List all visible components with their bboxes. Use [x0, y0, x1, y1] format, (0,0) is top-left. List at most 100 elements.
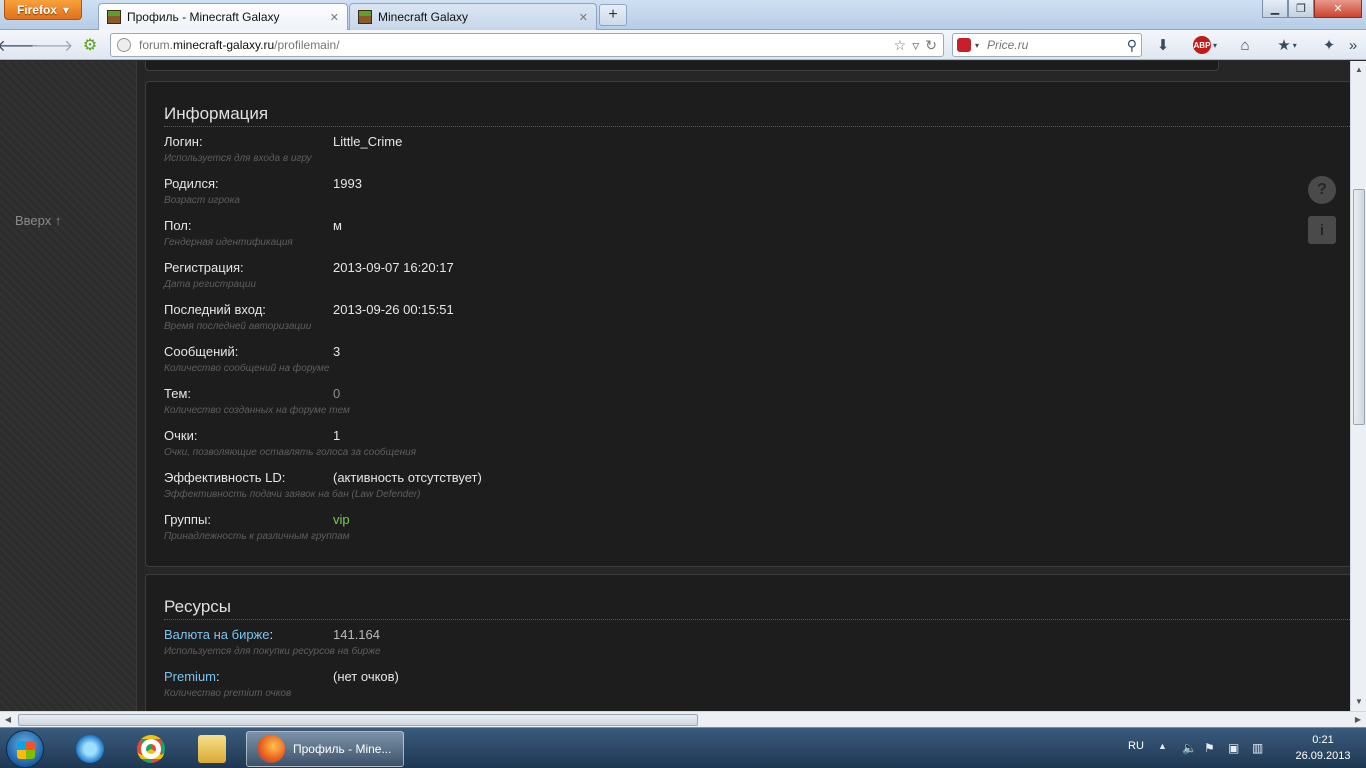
field-description: Количество созданных на форуме тем — [164, 405, 350, 416]
info-icon[interactable]: i — [1308, 216, 1336, 244]
taskbar-file-explorer[interactable] — [186, 731, 238, 767]
search-input[interactable] — [987, 38, 1118, 52]
field-description: Используется для покупки ресурсов на бир… — [164, 646, 381, 657]
scroll-up-icon[interactable]: ▲ — [1351, 63, 1366, 77]
field-description: Возраст игрока — [164, 195, 240, 206]
scroll-right-icon[interactable]: ▶ — [1350, 712, 1366, 728]
info-panel: Информация Логин: Little_Crime Используе… — [145, 81, 1350, 567]
language-indicator[interactable]: RU — [1128, 740, 1144, 752]
search-engine-icon[interactable] — [957, 38, 971, 52]
info-panel-title: Информация — [164, 104, 269, 123]
tab-title: Minecraft Galaxy — [378, 10, 469, 24]
new-tab-button[interactable]: + — [599, 4, 627, 26]
addon-button[interactable]: ⚙ — [78, 34, 102, 56]
field-ld-efficiency: Эффективность LD: (активность отсутствуе… — [164, 470, 1264, 512]
back-button[interactable]: 🡐 — [0, 34, 39, 56]
field-label: Родился: — [164, 176, 219, 191]
taskbar-firefox-window[interactable]: Профиль - Mine... — [246, 731, 404, 767]
field-topics: Тем: 0 Количество созданных на форуме те… — [164, 386, 1264, 428]
field-value: 3 — [333, 344, 341, 359]
tab-minecraft-galaxy[interactable]: Minecraft Galaxy ✕ — [349, 3, 597, 30]
window-close-button[interactable]: ✕ — [1314, 0, 1362, 18]
taskbar-internet-explorer[interactable] — [64, 731, 116, 767]
start-button[interactable] — [6, 730, 44, 768]
field-value: 1993 — [333, 176, 362, 191]
scroll-left-icon[interactable]: ◀ — [0, 712, 16, 728]
vertical-scrollbar[interactable]: ▲ ▼ — [1350, 61, 1366, 711]
tray-device-icon[interactable]: ▣ — [1228, 741, 1239, 755]
adblock-button[interactable]: ABP ▾ — [1188, 35, 1222, 55]
field-groups: Группы: vip Принадлежность к различным г… — [164, 512, 1264, 554]
downloads-button[interactable]: ⬇ — [1152, 35, 1174, 55]
field-description: Гендерная идентификация — [164, 237, 293, 248]
tab-profile[interactable]: Профиль - Minecraft Galaxy ✕ — [98, 3, 348, 30]
group-vip-link[interactable]: vip — [333, 512, 350, 527]
field-premium: Premium: (нет очков) Количество premium … — [164, 669, 1264, 711]
chevron-down-icon[interactable]: ▾ — [975, 41, 979, 50]
help-icon[interactable]: ? — [1308, 176, 1336, 204]
field-label: Регистрация: — [164, 260, 244, 275]
chevron-down-icon: ▾ — [1212, 40, 1217, 50]
close-icon[interactable]: ✕ — [330, 11, 339, 24]
field-value: 141.164 — [333, 627, 380, 642]
firefox-menu-button[interactable]: Firefox ▾ — [4, 0, 82, 20]
field-label: Группы: — [164, 512, 211, 527]
horizontal-scroll-thumb[interactable] — [18, 714, 698, 726]
url-subdomain: forum. — [139, 38, 174, 52]
minecraft-favicon-icon — [107, 10, 121, 24]
back-to-top-link[interactable]: Вверх ↑ — [15, 213, 61, 228]
extension-button[interactable]: ✦ — [1318, 35, 1340, 55]
url-bar[interactable]: forum. minecraft-galaxy.ru /profilemain/… — [110, 33, 944, 57]
field-description: Используется для входа в игру — [164, 153, 312, 164]
field-value: Little_Crime — [333, 134, 403, 149]
maximize-button[interactable]: ❐ — [1288, 0, 1314, 18]
forward-button[interactable]: 🡒 — [31, 34, 74, 56]
field-value: 0 — [333, 386, 341, 401]
page-viewport: Вверх ↑ Информация Логин: Little_Crime И… — [0, 61, 1350, 711]
vertical-scroll-thumb[interactable] — [1353, 189, 1365, 425]
chevron-down-icon[interactable]: ▿ — [912, 37, 919, 54]
field-description: Дата регистрации — [164, 279, 256, 290]
field-label: Premium: — [164, 669, 220, 684]
action-center-flag-icon[interactable]: ⚑ — [1204, 741, 1215, 755]
close-icon: ✕ — [1333, 3, 1343, 15]
toolbar-overflow-button[interactable]: » — [1344, 35, 1362, 55]
field-value: 2013-09-26 00:15:51 — [333, 302, 454, 317]
taskbar-chrome[interactable] — [125, 731, 177, 767]
field-label: Сообщений: — [164, 344, 239, 359]
tray-expand-icon[interactable]: ▲ — [1158, 741, 1167, 751]
close-icon[interactable]: ✕ — [579, 11, 588, 24]
field-description: Эффективность подачи заявок на бан (Law … — [164, 489, 421, 500]
scroll-down-icon[interactable]: ▼ — [1351, 695, 1366, 709]
clock-time[interactable]: 0:21 — [1298, 734, 1348, 746]
folder-icon — [198, 735, 226, 763]
chevron-down-icon: ▾ — [62, 2, 70, 17]
minimize-icon: ▁ — [1270, 3, 1280, 15]
search-icon[interactable]: ⚲ — [1127, 37, 1137, 54]
field-description: Очки, позволяющие оставлять голоса за со… — [164, 447, 417, 458]
premium-link[interactable]: Premium — [164, 669, 216, 684]
minimize-button[interactable]: ▁ — [1262, 0, 1288, 18]
network-icon[interactable]: ▥ — [1252, 741, 1263, 755]
field-value: 2013-09-07 16:20:17 — [333, 260, 454, 275]
field-value: м — [333, 218, 342, 233]
search-bar[interactable]: ▾ ⚲ — [952, 33, 1142, 57]
field-description: Количество сообщений на форуме — [164, 363, 330, 374]
horizontal-scrollbar[interactable]: ◀ ▶ — [0, 711, 1366, 727]
volume-icon[interactable]: 🔈 — [1182, 741, 1197, 755]
field-description: Количество premium очков — [164, 688, 292, 699]
tab-title: Профиль - Minecraft Galaxy — [127, 10, 280, 24]
home-button[interactable]: ⌂ — [1234, 35, 1256, 55]
field-label: Логин: — [164, 134, 203, 149]
bookmarks-star-icon: ★ — [1277, 37, 1291, 54]
field-login: Логин: Little_Crime Используется для вхо… — [164, 134, 1264, 176]
bookmarks-button[interactable]: ★ ▾ — [1270, 35, 1304, 55]
exchange-currency-link[interactable]: Валюта на бирже — [164, 627, 270, 642]
field-birth-year: Родился: 1993 Возраст игрока — [164, 176, 1264, 218]
field-registration: Регистрация: 2013-09-07 16:20:17 Дата ре… — [164, 260, 1264, 302]
clock-date[interactable]: 26.09.2013 — [1286, 750, 1360, 762]
label-colon: : — [269, 627, 274, 642]
url-path: /profilemain/ — [274, 38, 340, 52]
reload-icon[interactable]: ↻ — [925, 37, 937, 54]
bookmark-star-icon[interactable]: ☆ — [894, 37, 907, 54]
